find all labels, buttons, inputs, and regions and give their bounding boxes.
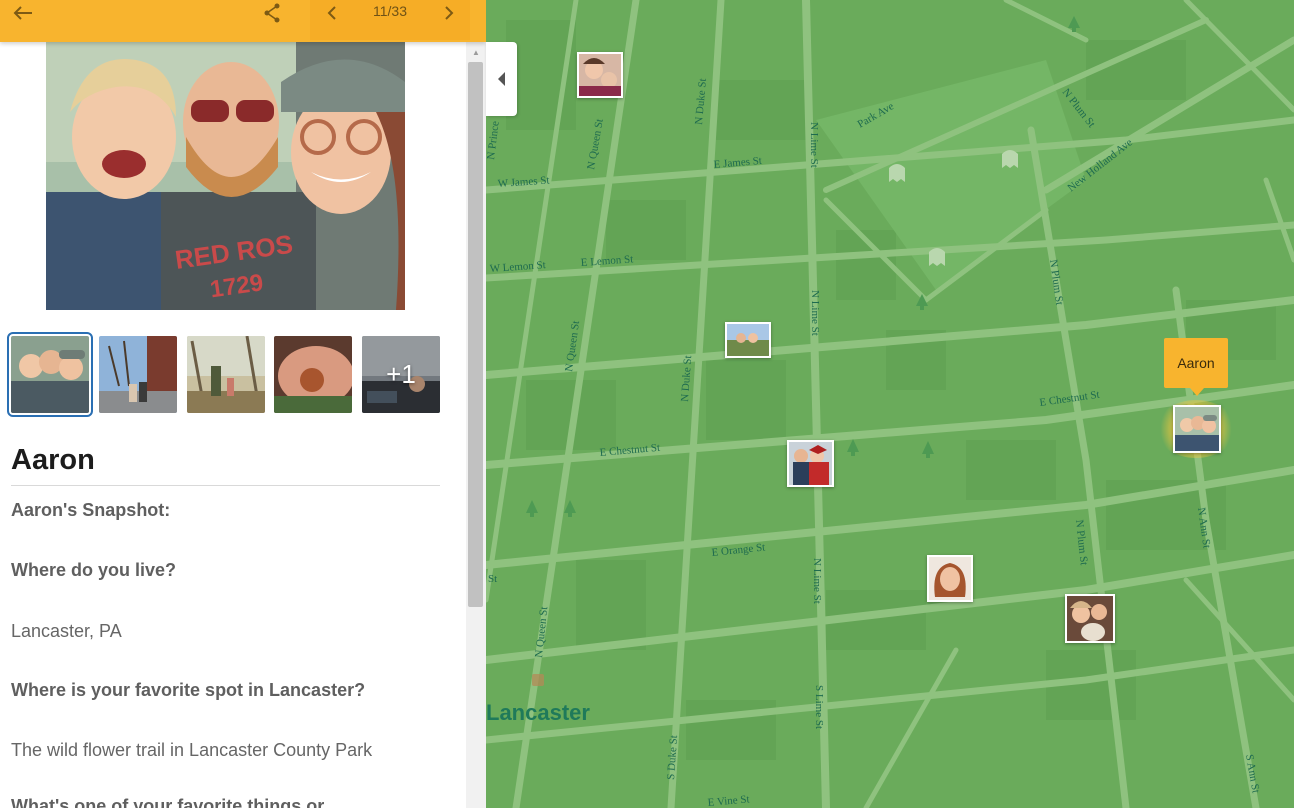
- map-photo-pin[interactable]: [787, 440, 834, 487]
- thumbnail-1[interactable]: [7, 332, 93, 417]
- street-label: N Lime St: [811, 558, 823, 604]
- map-photo-pin[interactable]: [1065, 594, 1115, 643]
- caret-left-icon: [498, 72, 505, 86]
- thumbnail-3[interactable]: [187, 336, 265, 413]
- share-button[interactable]: [260, 0, 284, 26]
- snapshot-heading: Aaron's Snapshot:: [11, 500, 171, 520]
- city-label: Lancaster: [486, 700, 590, 725]
- map-photo-pin[interactable]: [927, 555, 973, 602]
- street-label: St: [488, 573, 497, 585]
- thumbnail-2[interactable]: [99, 336, 177, 413]
- profile-name: Aaron: [11, 444, 95, 476]
- arrow-left-icon: [13, 6, 32, 20]
- answer-1: Lancaster, PA: [11, 621, 122, 641]
- thumbnail-5[interactable]: +1: [362, 336, 440, 413]
- chevron-left-icon: [327, 6, 336, 20]
- top-toolbar: 11/33: [0, 0, 486, 42]
- scrollbar-thumb[interactable]: [468, 62, 483, 607]
- map-photo-pin-selected[interactable]: [1173, 405, 1221, 453]
- divider: [11, 485, 440, 486]
- share-icon: [264, 3, 280, 23]
- scroll-up-arrow-icon[interactable]: ▲: [466, 44, 486, 60]
- street-label: S Lime St: [813, 685, 825, 729]
- pin-tooltip: Aaron: [1164, 338, 1228, 396]
- question-2: Where is your favorite spot in Lancaster…: [11, 680, 366, 700]
- collapse-panel-button[interactable]: [486, 42, 517, 116]
- question-1: Where do you live?: [11, 560, 177, 580]
- map-photo-pin[interactable]: [725, 322, 771, 358]
- more-photos-badge: +1: [386, 359, 416, 389]
- street-label: E Vine St: [707, 793, 750, 808]
- street-label: N Lime St: [808, 122, 820, 168]
- map-photo-pin[interactable]: [577, 52, 623, 98]
- previous-button[interactable]: [322, 0, 342, 26]
- back-button[interactable]: [10, 0, 36, 26]
- chevron-right-icon: [445, 6, 454, 20]
- question-3: What's one of your favorite things or: [11, 796, 325, 808]
- detail-panel: 11/33 RED ROS 1729 +1 Aaron Aaron's Snap…: [0, 0, 486, 808]
- answer-2: The wild flower trail in Lancaster Count…: [11, 740, 373, 760]
- main-photo[interactable]: RED ROS 1729: [46, 42, 405, 310]
- next-button[interactable]: [439, 0, 459, 26]
- thumbnail-4[interactable]: [274, 336, 352, 413]
- page-indicator: 11/33: [373, 3, 407, 19]
- street-label: N Lime St: [809, 290, 821, 336]
